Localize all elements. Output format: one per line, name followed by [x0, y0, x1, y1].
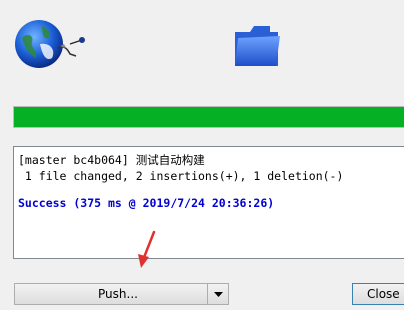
output-log[interactable]: [master bc4b064] 测试自动构建 1 file changed, … [13, 146, 404, 259]
push-button[interactable]: Push... [15, 287, 207, 301]
push-dropdown-button[interactable] [207, 284, 228, 304]
folder-icon [235, 26, 280, 66]
log-stats-line: 1 file changed, 2 insertions(+), 1 delet… [18, 169, 344, 183]
log-commit-line: [master bc4b064] 测试自动构建 [18, 153, 205, 167]
close-button[interactable]: Close [352, 283, 404, 305]
annotation-arrow [138, 230, 156, 268]
push-split-button[interactable]: Push... [14, 283, 229, 305]
progress-fill [14, 107, 404, 127]
globe-icon [15, 20, 85, 68]
log-result-line: Success (375 ms @ 2019/7/24 20:36:26) [18, 196, 275, 210]
chevron-down-icon [213, 291, 223, 297]
progress-bar [13, 106, 404, 128]
